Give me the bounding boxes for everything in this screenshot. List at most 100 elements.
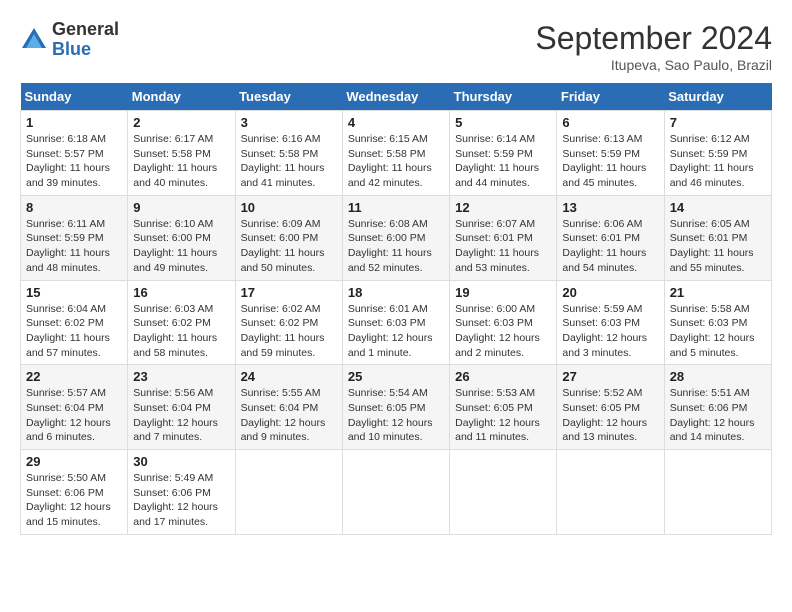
day-number: 11 bbox=[348, 200, 444, 215]
day-info: Sunrise: 6:08 AM Sunset: 6:00 PM Dayligh… bbox=[348, 217, 444, 276]
day-number: 22 bbox=[26, 369, 122, 384]
day-number: 10 bbox=[241, 200, 337, 215]
day-cell: 19 Sunrise: 6:00 AM Sunset: 6:03 PM Dayli… bbox=[450, 280, 557, 365]
day-cell: 2 Sunrise: 6:17 AM Sunset: 5:58 PM Daylig… bbox=[128, 111, 235, 196]
day-number: 16 bbox=[133, 285, 229, 300]
day-cell: 1Sunrise: 6:18 AM Sunset: 5:57 PM Daylig… bbox=[21, 111, 128, 196]
day-info: Sunrise: 6:01 AM Sunset: 6:03 PM Dayligh… bbox=[348, 302, 444, 361]
day-cell: 20 Sunrise: 5:59 AM Sunset: 6:03 PM Dayli… bbox=[557, 280, 664, 365]
day-cell: 25Sunrise: 5:54 AM Sunset: 6:05 PM Dayli… bbox=[342, 365, 449, 450]
day-number: 21 bbox=[670, 285, 766, 300]
calendar-header: SundayMondayTuesdayWednesdayThursdayFrid… bbox=[21, 83, 772, 111]
day-cell: 24 Sunrise: 5:55 AM Sunset: 6:04 PM Dayli… bbox=[235, 365, 342, 450]
day-number: 25 bbox=[348, 369, 444, 384]
day-cell: 11 Sunrise: 6:08 AM Sunset: 6:00 PM Dayli… bbox=[342, 195, 449, 280]
day-info: Sunrise: 6:14 AM Sunset: 5:59 PM Dayligh… bbox=[455, 132, 551, 191]
day-number: 20 bbox=[562, 285, 658, 300]
day-cell: 3Sunrise: 6:16 AM Sunset: 5:58 PM Daylig… bbox=[235, 111, 342, 196]
day-cell bbox=[557, 450, 664, 535]
day-number: 15 bbox=[26, 285, 122, 300]
day-number: 23 bbox=[133, 369, 229, 384]
day-info: Sunrise: 6:00 AM Sunset: 6:03 PM Dayligh… bbox=[455, 302, 551, 361]
day-cell: 18Sunrise: 6:01 AM Sunset: 6:03 PM Dayli… bbox=[342, 280, 449, 365]
day-info: Sunrise: 5:55 AM Sunset: 6:04 PM Dayligh… bbox=[241, 386, 337, 445]
day-cell: 23 Sunrise: 5:56 AM Sunset: 6:04 PM Dayli… bbox=[128, 365, 235, 450]
day-info: Sunrise: 6:17 AM Sunset: 5:58 PM Dayligh… bbox=[133, 132, 229, 191]
day-info: Sunrise: 6:05 AM Sunset: 6:01 PM Dayligh… bbox=[670, 217, 766, 276]
day-cell: 16 Sunrise: 6:03 AM Sunset: 6:02 PM Dayli… bbox=[128, 280, 235, 365]
day-cell: 6Sunrise: 6:13 AM Sunset: 5:59 PM Daylig… bbox=[557, 111, 664, 196]
day-number: 30 bbox=[133, 454, 229, 469]
location: Itupeva, Sao Paulo, Brazil bbox=[535, 57, 772, 73]
day-info: Sunrise: 6:09 AM Sunset: 6:00 PM Dayligh… bbox=[241, 217, 337, 276]
day-info: Sunrise: 5:50 AM Sunset: 6:06 PM Dayligh… bbox=[26, 471, 122, 530]
day-cell bbox=[450, 450, 557, 535]
day-number: 1 bbox=[26, 115, 122, 130]
logo-text: General Blue bbox=[52, 20, 119, 60]
day-number: 26 bbox=[455, 369, 551, 384]
week-row-0: 1Sunrise: 6:18 AM Sunset: 5:57 PM Daylig… bbox=[21, 111, 772, 196]
day-number: 7 bbox=[670, 115, 766, 130]
day-cell bbox=[342, 450, 449, 535]
day-cell: 29 Sunrise: 5:50 AM Sunset: 6:06 PM Dayli… bbox=[21, 450, 128, 535]
header-cell-wednesday: Wednesday bbox=[342, 83, 449, 111]
header-cell-tuesday: Tuesday bbox=[235, 83, 342, 111]
day-info: Sunrise: 5:58 AM Sunset: 6:03 PM Dayligh… bbox=[670, 302, 766, 361]
day-cell: 7 Sunrise: 6:12 AM Sunset: 5:59 PM Daylig… bbox=[664, 111, 771, 196]
header-cell-monday: Monday bbox=[128, 83, 235, 111]
day-number: 14 bbox=[670, 200, 766, 215]
day-info: Sunrise: 6:07 AM Sunset: 6:01 PM Dayligh… bbox=[455, 217, 551, 276]
header-cell-sunday: Sunday bbox=[21, 83, 128, 111]
day-cell: 12 Sunrise: 6:07 AM Sunset: 6:01 PM Dayli… bbox=[450, 195, 557, 280]
day-cell: 28 Sunrise: 5:51 AM Sunset: 6:06 PM Dayli… bbox=[664, 365, 771, 450]
day-number: 3 bbox=[241, 115, 337, 130]
day-info: Sunrise: 5:59 AM Sunset: 6:03 PM Dayligh… bbox=[562, 302, 658, 361]
day-cell: 21 Sunrise: 5:58 AM Sunset: 6:03 PM Dayli… bbox=[664, 280, 771, 365]
day-number: 24 bbox=[241, 369, 337, 384]
day-number: 19 bbox=[455, 285, 551, 300]
month-title: September 2024 bbox=[535, 20, 772, 57]
day-info: Sunrise: 5:51 AM Sunset: 6:06 PM Dayligh… bbox=[670, 386, 766, 445]
day-info: Sunrise: 5:56 AM Sunset: 6:04 PM Dayligh… bbox=[133, 386, 229, 445]
day-info: Sunrise: 5:52 AM Sunset: 6:05 PM Dayligh… bbox=[562, 386, 658, 445]
day-number: 4 bbox=[348, 115, 444, 130]
day-number: 28 bbox=[670, 369, 766, 384]
day-info: Sunrise: 5:49 AM Sunset: 6:06 PM Dayligh… bbox=[133, 471, 229, 530]
day-cell: 30 Sunrise: 5:49 AM Sunset: 6:06 PM Dayli… bbox=[128, 450, 235, 535]
day-info: Sunrise: 6:15 AM Sunset: 5:58 PM Dayligh… bbox=[348, 132, 444, 191]
day-info: Sunrise: 6:02 AM Sunset: 6:02 PM Dayligh… bbox=[241, 302, 337, 361]
day-number: 8 bbox=[26, 200, 122, 215]
logo-blue: Blue bbox=[52, 40, 119, 60]
day-info: Sunrise: 6:13 AM Sunset: 5:59 PM Dayligh… bbox=[562, 132, 658, 191]
week-row-1: 8Sunrise: 6:11 AM Sunset: 5:59 PM Daylig… bbox=[21, 195, 772, 280]
day-cell: 10 Sunrise: 6:09 AM Sunset: 6:00 PM Dayli… bbox=[235, 195, 342, 280]
day-info: Sunrise: 6:10 AM Sunset: 6:00 PM Dayligh… bbox=[133, 217, 229, 276]
day-info: Sunrise: 5:57 AM Sunset: 6:04 PM Dayligh… bbox=[26, 386, 122, 445]
week-row-2: 15 Sunrise: 6:04 AM Sunset: 6:02 PM Dayli… bbox=[21, 280, 772, 365]
day-cell: 14 Sunrise: 6:05 AM Sunset: 6:01 PM Dayli… bbox=[664, 195, 771, 280]
day-info: Sunrise: 6:03 AM Sunset: 6:02 PM Dayligh… bbox=[133, 302, 229, 361]
week-row-4: 29 Sunrise: 5:50 AM Sunset: 6:06 PM Dayli… bbox=[21, 450, 772, 535]
day-number: 12 bbox=[455, 200, 551, 215]
day-number: 29 bbox=[26, 454, 122, 469]
calendar-table: SundayMondayTuesdayWednesdayThursdayFrid… bbox=[20, 83, 772, 535]
day-number: 5 bbox=[455, 115, 551, 130]
day-cell: 26 Sunrise: 5:53 AM Sunset: 6:05 PM Dayli… bbox=[450, 365, 557, 450]
day-number: 2 bbox=[133, 115, 229, 130]
calendar-body: 1Sunrise: 6:18 AM Sunset: 5:57 PM Daylig… bbox=[21, 111, 772, 535]
day-number: 27 bbox=[562, 369, 658, 384]
header-cell-thursday: Thursday bbox=[450, 83, 557, 111]
day-info: Sunrise: 6:04 AM Sunset: 6:02 PM Dayligh… bbox=[26, 302, 122, 361]
logo-icon bbox=[20, 26, 48, 54]
day-cell: 9 Sunrise: 6:10 AM Sunset: 6:00 PM Daylig… bbox=[128, 195, 235, 280]
day-cell: 22 Sunrise: 5:57 AM Sunset: 6:04 PM Dayli… bbox=[21, 365, 128, 450]
day-cell bbox=[235, 450, 342, 535]
header-cell-friday: Friday bbox=[557, 83, 664, 111]
day-number: 9 bbox=[133, 200, 229, 215]
day-cell: 13Sunrise: 6:06 AM Sunset: 6:01 PM Dayli… bbox=[557, 195, 664, 280]
day-info: Sunrise: 5:53 AM Sunset: 6:05 PM Dayligh… bbox=[455, 386, 551, 445]
week-row-3: 22 Sunrise: 5:57 AM Sunset: 6:04 PM Dayli… bbox=[21, 365, 772, 450]
day-cell: 4 Sunrise: 6:15 AM Sunset: 5:58 PM Daylig… bbox=[342, 111, 449, 196]
day-info: Sunrise: 6:12 AM Sunset: 5:59 PM Dayligh… bbox=[670, 132, 766, 191]
logo: General Blue bbox=[20, 20, 119, 60]
